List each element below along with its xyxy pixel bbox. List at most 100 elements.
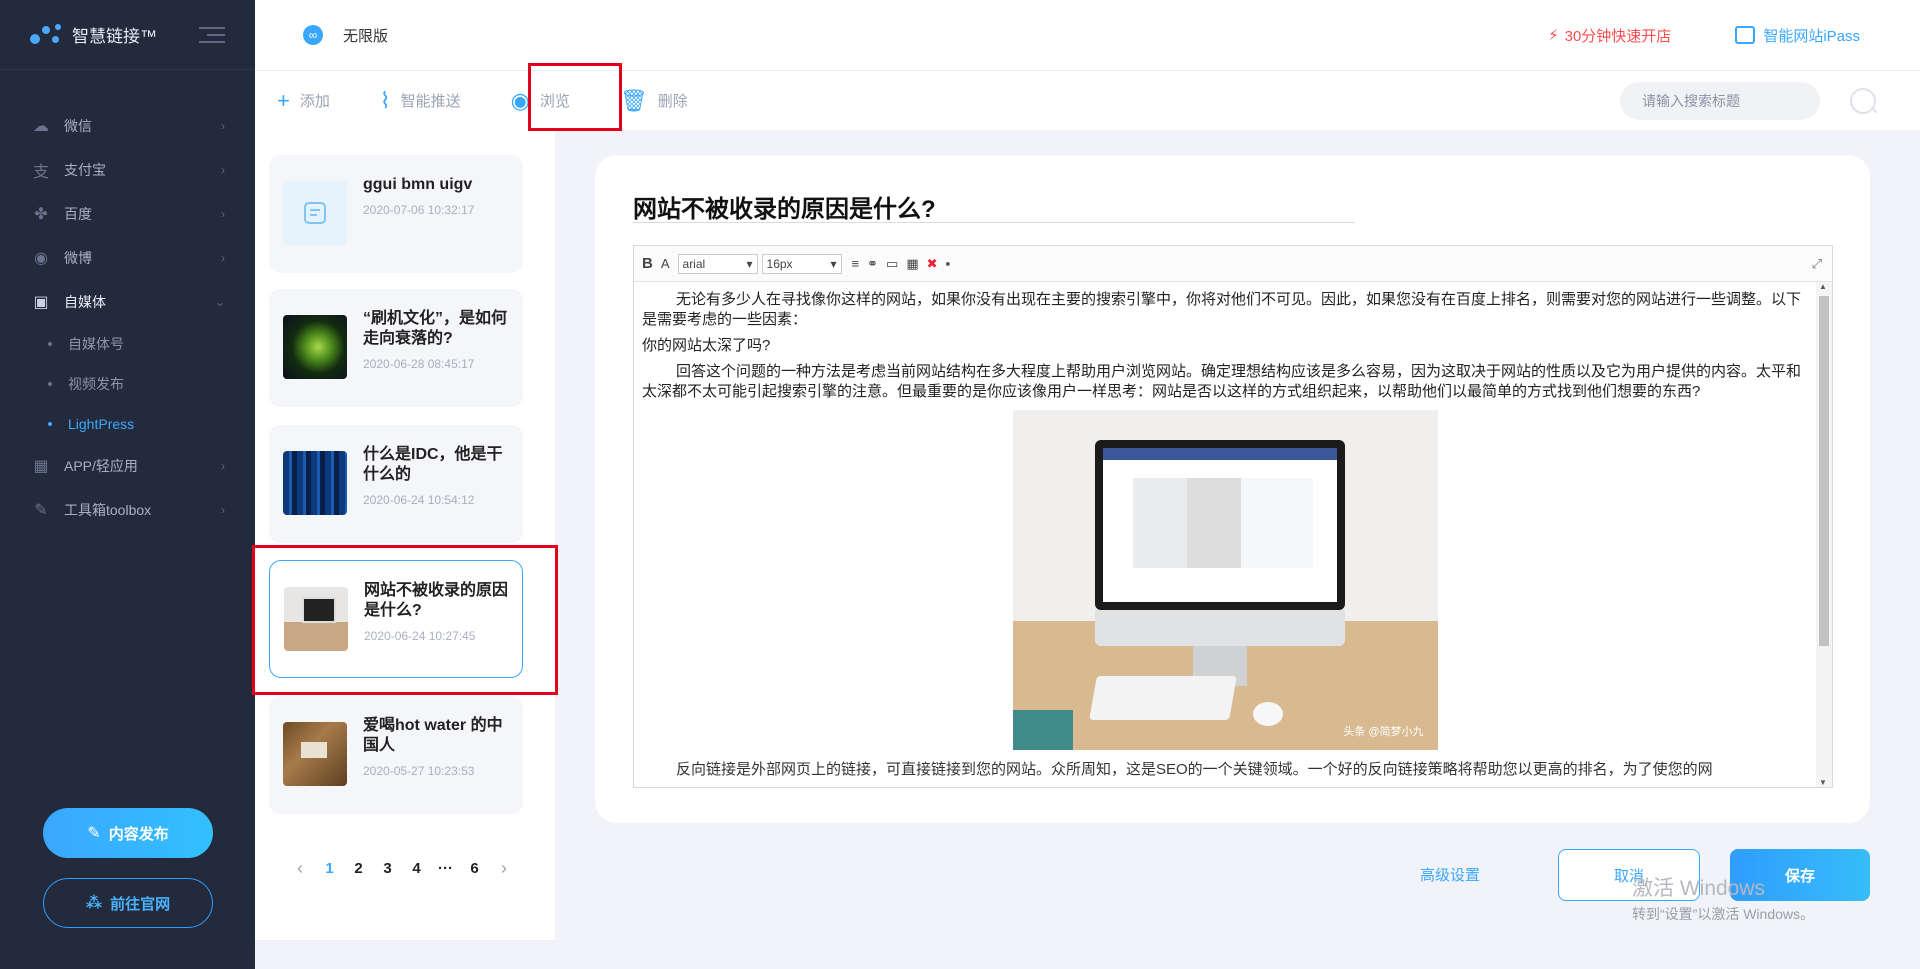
sidebar-subitem-video[interactable]: 视频发布 [0,364,255,404]
save-button[interactable]: 保存 [1730,849,1870,901]
sidebar-item-label: 百度 [64,206,92,222]
font-size-select[interactable]: 16px ▾ [761,253,842,274]
sidebar-item-app[interactable]: ▦ APP/轻应用 › [0,444,255,488]
browse-button[interactable]: ◉ 浏览 [511,71,570,130]
article-title-input[interactable] [633,191,1355,223]
delete-label: 删除 [657,93,688,110]
advanced-settings-link[interactable]: 高级设置 [1420,864,1480,885]
font-family-select[interactable]: arial ▾ [677,253,758,274]
article-date: 2020-07-06 10:32:17 [363,203,475,217]
wrench-icon: ✎ [34,502,48,519]
bullet-icon [48,382,52,386]
article-thumbnail [283,315,347,379]
table-icon[interactable]: ▦ [906,256,918,272]
browse-label: 浏览 [539,93,570,110]
official-site-button[interactable]: ⁂ 前往官网 [43,878,213,928]
paragraph: 反向链接是外部网页上的链接，可直接链接到您的网站。众所周知，这是SEO的一个关键… [676,761,1713,778]
bullet-icon [48,422,52,426]
document-icon [283,181,347,245]
quick-open-label: 30分钟快速开店 [1564,27,1672,45]
menu-toggle-icon[interactable] [199,26,225,43]
sidebar-subitem-lightpress[interactable]: LightPress [0,404,255,444]
image-watermark: 头条 @简梦小九 [1343,726,1424,738]
grid-icon[interactable]: ▪ [946,256,951,271]
article-list: ggui bmn uigv 2020-07-06 10:32:17 “刷机文化”… [255,130,555,940]
rich-text-editor[interactable]: B A arial ▾ 16px ▾ ≡ ⚭ ▭ ▦ ✖ ▪ ⤢ 无论有多少人在… [633,245,1833,788]
scroll-down-icon[interactable]: ▼ [1819,778,1827,787]
link-icon[interactable]: ⚭ [867,256,878,272]
smart-push-button[interactable]: ⌇ 智能推送 [380,71,461,130]
page-link[interactable]: 6 [460,860,489,877]
search-input[interactable] [1620,81,1820,120]
bullet-icon [48,342,52,346]
article-date: 2020-06-28 08:45:17 [363,357,475,371]
app-title: 智慧链接™ [72,27,157,46]
scroll-up-icon[interactable]: ▲ [1819,282,1827,291]
clear-format-icon[interactable]: ✖ [927,256,938,272]
article-card[interactable]: “刷机文化”，是如何走向衰落的? 2020-06-28 08:45:17 [269,289,523,407]
sidebar-subitem-media-account[interactable]: 自媒体号 [0,324,255,364]
delete-button[interactable]: 🗑 删除 [620,71,688,130]
page-link[interactable]: 2 [344,860,373,877]
quick-open-link[interactable]: ⚡ 30分钟快速开店 [1548,25,1671,46]
sidebar-item-wechat[interactable]: ☁ 微信 › [0,104,255,148]
sidebar-item-media[interactable]: ▣ 自媒体 ⌄ [0,280,255,324]
add-button[interactable]: + 添加 [277,71,330,130]
lightning-icon: ⚡ [1548,27,1559,44]
sidebar-subitem-label: 自媒体号 [68,336,124,352]
sidebar-item-alipay[interactable]: 支 支付宝 › [0,148,255,192]
activation-hint: 转到“设置”以激活 Windows。 [1632,906,1815,922]
image-icon[interactable]: ▭ [886,256,898,272]
sidebar-item-baidu[interactable]: ✤ 百度 › [0,192,255,236]
sidebar-subitem-label: 视频发布 [68,376,124,392]
publish-label: 内容发布 [108,825,169,843]
sidebar-item-weibo[interactable]: ◉ 微博 › [0,236,255,280]
article-card[interactable]: ggui bmn uigv 2020-07-06 10:32:17 [269,155,523,273]
cancel-button[interactable]: 取消 [1558,849,1700,901]
pagination: ‹ 1 2 3 4 ··· 6 › [285,858,519,879]
top-header: ∞ 无限版 ⚡ 30分钟快速开店 智能网站iPass [255,0,1920,70]
weibo-icon: ◉ [34,250,48,267]
search-icon[interactable] [1848,86,1878,116]
baidu-paw-icon: ✤ [34,206,48,223]
editor-content[interactable]: 无论有多少人在寻找像你这样的网站，如果你没有出现在主要的搜索引擎中，你将对他们不… [634,282,1816,787]
chevron-right-icon: › [221,207,225,221]
font-color-button[interactable]: A [661,256,670,271]
sidebar-item-label: 微博 [64,250,92,266]
page-ellipsis[interactable]: ··· [431,860,460,877]
article-date: 2020-05-27 10:23:53 [363,764,475,778]
ipass-label: 智能网站iPass [1763,27,1860,45]
sidebar-item-label: APP/轻应用 [64,458,138,474]
wechat-icon: ☁ [33,118,49,135]
align-icon[interactable]: ≡ [852,256,860,271]
edit-icon: ✎ [87,825,101,842]
chevron-right-icon: › [221,459,225,473]
sidebar-item-label: 微信 [64,118,92,134]
paragraph: 回答这个问题的一种方法是考虑当前网站结构在多大程度上帮助用户浏览网站。确定理想结… [642,363,1802,400]
article-thumbnail [283,722,347,786]
publish-content-button[interactable]: ✎ 内容发布 [43,808,213,858]
page-link[interactable]: 4 [402,860,431,877]
page-link[interactable]: 3 [373,860,402,877]
bold-button[interactable]: B [642,255,653,272]
article-title: 什么是IDC，他是干什么的 [363,446,503,483]
paragraph: 无论有多少人在寻找像你这样的网站，如果你没有出现在主要的搜索引擎中，你将对他们不… [642,291,1802,328]
article-card[interactable]: 什么是IDC，他是干什么的 2020-06-24 10:54:12 [269,425,523,543]
sidebar-item-toolbox[interactable]: ✎ 工具箱toolbox › [0,488,255,532]
editor-scrollbar[interactable]: ▲ ▼ [1816,282,1832,787]
plus-icon: + [277,87,290,113]
sidebar-item-label: 自媒体 [64,294,106,310]
fullscreen-icon[interactable]: ⤢ [1812,256,1822,272]
article-card-selected[interactable]: 网站不被收录的原因是什么? 2020-06-24 10:27:45 [269,560,523,678]
page-link[interactable]: 1 [315,860,344,877]
ipass-link[interactable]: 智能网站iPass [1735,25,1860,46]
article-title: ggui bmn uigv [363,176,473,193]
prev-page-icon[interactable]: ‹ [285,858,315,879]
next-page-icon[interactable]: › [489,858,519,879]
add-label: 添加 [299,93,330,110]
article-card[interactable]: 爱喝hot water 的中国人 2020-05-27 10:23:53 [269,696,523,814]
sidebar-nav: ☁ 微信 › 支 支付宝 › ✤ 百度 › ◉ 微博 › ▣ 自媒体 ⌄ 自媒体… [0,70,255,532]
app-grid-icon: ▦ [33,458,49,475]
scrollbar-thumb[interactable] [1819,296,1829,646]
smart-push-label: 智能推送 [400,93,461,110]
